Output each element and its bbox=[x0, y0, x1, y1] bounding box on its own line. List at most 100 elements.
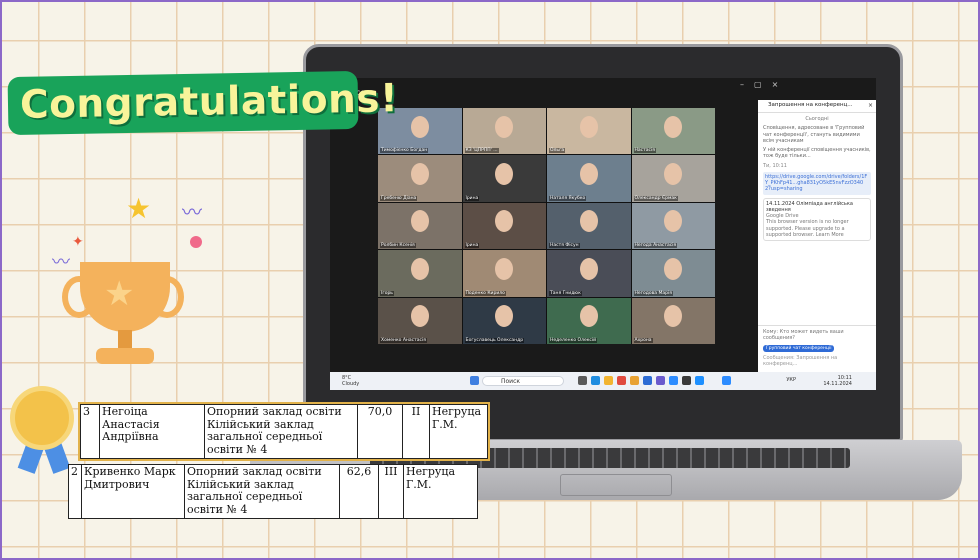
participant-video bbox=[410, 305, 429, 328]
score: 70,0 bbox=[357, 404, 403, 459]
school-name: Опорний заклад освіти Кілійський заклад … bbox=[184, 464, 340, 519]
mail-icon[interactable] bbox=[695, 376, 704, 385]
video-tile[interactable]: Неделенко Олексій bbox=[547, 297, 631, 344]
participant-video bbox=[579, 305, 598, 328]
language-indicator[interactable]: УКР bbox=[786, 377, 796, 383]
confetti-swirl-icon: 〰 bbox=[182, 200, 202, 224]
taskbar-search[interactable]: Поиск bbox=[482, 376, 564, 386]
video-tile[interactable]: Наталя Якубко bbox=[547, 155, 631, 202]
video-tile[interactable]: Олександр Єрмак bbox=[631, 155, 715, 202]
video-tile[interactable]: Таня Гнидюк bbox=[547, 250, 631, 297]
teacher-name: Негруца Г.М. bbox=[403, 464, 478, 519]
chat-message-input[interactable]: Сообщения: Запрошення на конференц... bbox=[763, 355, 871, 368]
weather-text: Cloudy bbox=[342, 381, 360, 387]
participant-name: Наталя Якубко bbox=[549, 195, 587, 201]
close-button[interactable]: × bbox=[772, 80, 789, 89]
chat-recipient-label: Кому: Кто может видеть ваши сообщения? bbox=[763, 329, 844, 342]
clock-date: 14.11.2024 bbox=[823, 381, 852, 387]
chat-meeting-note: У ній конференції сповіщення учасників, … bbox=[763, 147, 871, 160]
participant-video bbox=[495, 305, 514, 328]
star-icon: ★ bbox=[126, 192, 152, 225]
rank: III bbox=[378, 464, 404, 519]
participant-video bbox=[495, 257, 514, 280]
video-tile[interactable]: Поденко Кирило bbox=[462, 250, 546, 297]
close-chat-icon[interactable]: × bbox=[868, 102, 873, 109]
trophy-base bbox=[96, 348, 154, 364]
video-tile[interactable]: Богуславець Олександр bbox=[462, 297, 546, 344]
chat-link[interactable]: https://drive.google.com/drive/folders/1… bbox=[763, 171, 871, 195]
weather-widget[interactable]: 8°C Cloudy bbox=[342, 375, 359, 387]
participant-name: Богуславець Олександр bbox=[464, 338, 525, 343]
participant-video bbox=[579, 115, 598, 138]
task-view-icon[interactable] bbox=[578, 376, 587, 385]
result-row-2: 2 Кривенко Марк Дмитрович Опорний заклад… bbox=[68, 464, 478, 519]
participant-video bbox=[664, 210, 683, 233]
participant-video bbox=[495, 210, 514, 233]
chat-link-preview[interactable]: 14.11.2024 Олімпіада англійська зведення… bbox=[763, 197, 871, 241]
explorer-icon[interactable] bbox=[604, 376, 613, 385]
chat-footer: Кому: Кто может видеть ваши сообщения? Г… bbox=[758, 325, 876, 372]
preview-text: This browser version is no longer suppor… bbox=[766, 219, 849, 238]
video-tile[interactable]: КЗ 'ЦПРПП' ... bbox=[462, 108, 546, 155]
participant-video bbox=[495, 115, 514, 138]
teacher-name: Негруца Г.М. bbox=[429, 404, 488, 459]
student-name: Негоіца Анастасія Андріївна bbox=[99, 404, 205, 459]
participant-name: Ігорь bbox=[380, 290, 394, 296]
school-name: Опорний заклад освіти Кілійський заклад … bbox=[204, 404, 358, 459]
teams-icon[interactable] bbox=[656, 376, 665, 385]
participant-video bbox=[410, 162, 429, 185]
participant-name: Настя Фісун bbox=[549, 243, 580, 249]
congratulations-sticker: Congratulations! bbox=[7, 70, 399, 136]
participant-video bbox=[664, 162, 683, 185]
medal-icon bbox=[10, 386, 74, 450]
video-tile[interactable]: Негода Анастасія bbox=[631, 202, 715, 250]
result-number: 3 bbox=[80, 404, 100, 459]
video-tile[interactable]: Ігорь bbox=[378, 250, 462, 297]
video-tile[interactable]: Ольга bbox=[547, 108, 631, 155]
participant-video bbox=[579, 257, 598, 280]
minimize-button[interactable]: – bbox=[740, 80, 754, 89]
chat-header: Запрошення на конференц... × bbox=[758, 100, 876, 113]
windows-taskbar: 8°C Cloudy Поиск УКР 10:11 14.11.2024 bbox=[330, 372, 876, 390]
participant-video bbox=[410, 210, 429, 233]
video-tile[interactable]: Негодова Марія bbox=[631, 250, 715, 297]
participant-name: Гребеню Діана bbox=[380, 195, 418, 201]
participant-video bbox=[410, 115, 429, 138]
participant-name: Поденко Кирило bbox=[464, 290, 506, 296]
video-tile[interactable]: Гребеню Діана bbox=[378, 155, 462, 202]
congratulations-text: Congratulations! bbox=[19, 76, 399, 128]
result-row-1: 3 Негоіца Анастасія Андріївна Опорний за… bbox=[78, 402, 490, 461]
participant-name: Негода Анастасія bbox=[633, 243, 678, 249]
video-tile[interactable]: Ахрона bbox=[631, 297, 715, 344]
participant-name: Ахрона bbox=[633, 338, 653, 343]
video-tile[interactable]: Ролбин Ксенія bbox=[378, 202, 462, 250]
video-tile[interactable]: Настасія bbox=[631, 108, 715, 155]
participant-name: Олександр Єрмак bbox=[633, 195, 678, 201]
opera-icon[interactable] bbox=[617, 376, 626, 385]
video-tile[interactable]: Настя Фісун bbox=[547, 202, 631, 250]
video-tile[interactable]: Ірина bbox=[462, 155, 546, 202]
participant-name: Ірина bbox=[464, 195, 480, 201]
score: 62,6 bbox=[339, 464, 379, 519]
chat-recipient-chip[interactable]: Групповий чат конференції bbox=[763, 344, 835, 353]
start-icon[interactable] bbox=[470, 376, 479, 385]
word-icon[interactable] bbox=[643, 376, 652, 385]
edge-icon[interactable] bbox=[591, 376, 600, 385]
video-tile[interactable]: Хоменко Анастасія bbox=[378, 297, 462, 344]
chat-title: Запрошення на конференц... bbox=[768, 102, 853, 108]
result-number: 2 bbox=[68, 464, 82, 519]
preview-title: 14.11.2024 Олімпіада англійська зведення bbox=[766, 200, 853, 213]
app-icon[interactable] bbox=[682, 376, 691, 385]
video-tile[interactable]: Ірина bbox=[462, 202, 546, 250]
maximize-button[interactable]: ▢ bbox=[754, 80, 772, 89]
chrome-icon[interactable] bbox=[630, 376, 639, 385]
zoom-icon[interactable] bbox=[669, 376, 678, 385]
zoom-active-icon[interactable] bbox=[722, 376, 731, 385]
laptop-screen: ce –▢× Тимофієнко Богдан КЗ 'ЦПРПП' ... … bbox=[330, 78, 876, 390]
star-small-icon: ✦ bbox=[72, 234, 84, 250]
taskbar-clock[interactable]: 10:11 14.11.2024 bbox=[823, 375, 852, 387]
participant-name: Хоменко Анастасія bbox=[380, 338, 427, 343]
participant-name: Ролбин Ксенія bbox=[380, 243, 416, 249]
participant-name: Негодова Марія bbox=[633, 290, 673, 296]
participant-name: Ольга bbox=[549, 148, 566, 154]
